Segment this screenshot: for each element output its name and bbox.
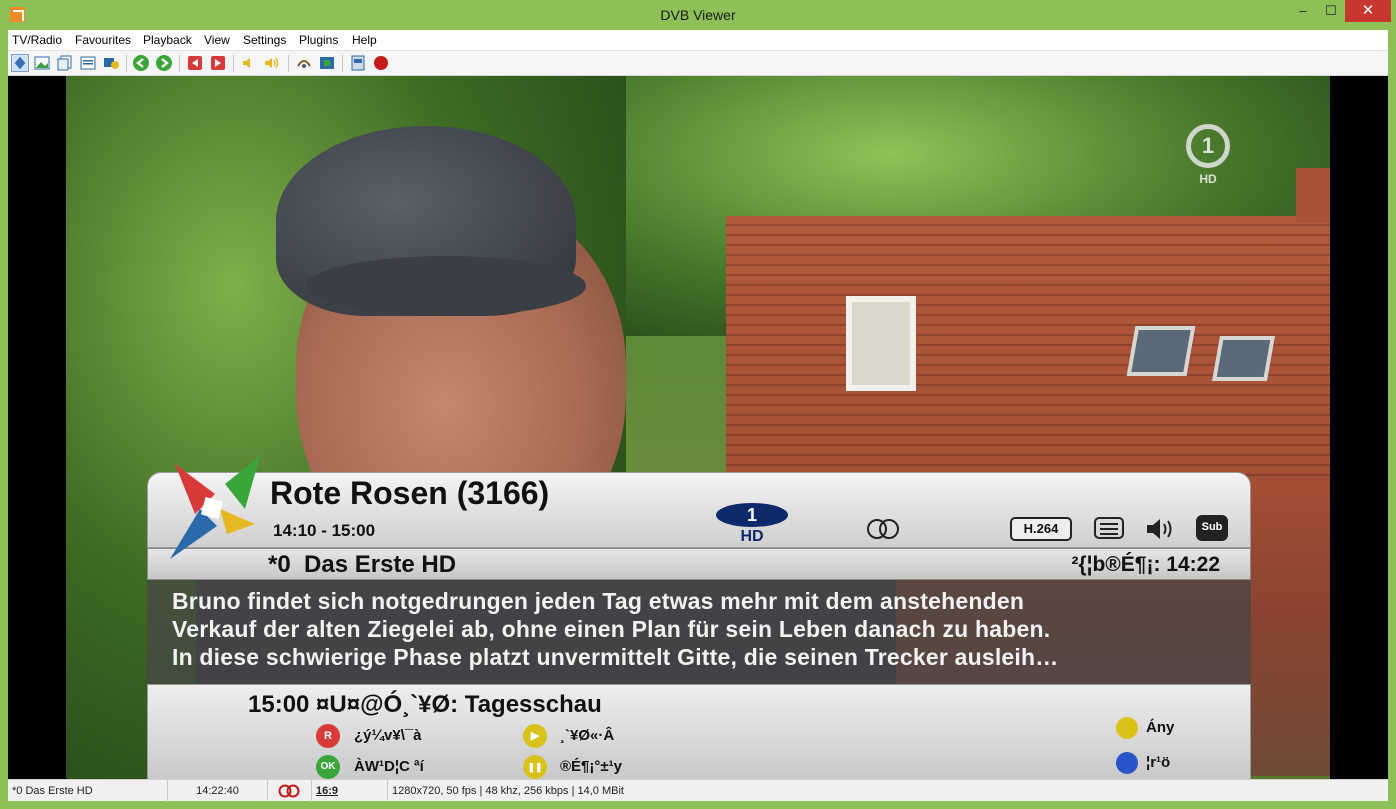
description-line: Bruno findet sich notgedrungen jeden Tag… xyxy=(172,588,1025,614)
yellow-key-label: Ány xyxy=(1146,719,1175,736)
program-title: Rote Rosen (3166) xyxy=(270,475,550,511)
house-window xyxy=(846,296,916,391)
record-button-icon[interactable]: R xyxy=(316,724,340,748)
next-program: 15:00 ¤U¤@Ó¸`¥Ø: Tagesschau xyxy=(248,691,602,718)
channel-name: *0 Das Erste HD xyxy=(268,551,457,578)
menu-tv-radio[interactable]: TV/Radio xyxy=(12,33,62,47)
hd-logo-number: 1 xyxy=(747,505,757,525)
menu-favourites[interactable]: Favourites xyxy=(75,33,131,47)
blue-key-icon[interactable] xyxy=(1116,752,1138,774)
description-line: In diese schwierige Phase platzt unvermi… xyxy=(172,644,1059,670)
record-icon[interactable] xyxy=(372,54,390,72)
roof-window xyxy=(1126,326,1196,376)
volume-down-icon[interactable] xyxy=(240,54,258,72)
minimize-button[interactable]: – xyxy=(1290,0,1316,22)
description-line: Verkauf der alten Ziegelei ab, ohne eine… xyxy=(172,616,1051,642)
menu-bar: TV/Radio Favourites Playback View Settin… xyxy=(8,30,1388,51)
status-channel: *0 Das Erste HD xyxy=(8,780,168,802)
snapshot-icon[interactable] xyxy=(318,54,336,72)
play-button-icon[interactable]: ▶ xyxy=(523,724,547,748)
status-audio[interactable] xyxy=(268,780,312,802)
hd-logo-text: HD xyxy=(740,528,763,543)
teletext-icon[interactable] xyxy=(79,54,97,72)
audio-icon xyxy=(1147,519,1172,539)
dvbviewer-logo xyxy=(170,456,260,559)
channel-logo-hd: HD xyxy=(1199,172,1217,186)
channel-bar: *0 Das Erste HD ²{¦b®É¶¡: 14:22 xyxy=(147,548,1251,580)
stereo-icon xyxy=(867,519,899,539)
toolbar xyxy=(8,51,1388,76)
program-description: Bruno findet sich notgedrungen jeden Tag… xyxy=(147,580,1251,684)
timeshift-icon[interactable] xyxy=(295,54,313,72)
teletext-icon xyxy=(1094,517,1124,539)
menu-view[interactable]: View xyxy=(204,33,230,47)
app-window: DVB Viewer – ☐ ✕ TV/Radio Favourites Pla… xyxy=(0,0,1396,809)
subtitle-icon: Sub xyxy=(1196,515,1228,541)
volume-up-icon[interactable] xyxy=(263,54,281,72)
back-icon[interactable] xyxy=(132,54,150,72)
video-area[interactable]: 1 HD Rote Rosen (3166) 14:10 - 15:00 1 H… xyxy=(8,76,1388,779)
status-time: 14:22:40 xyxy=(168,780,268,802)
menu-settings[interactable]: Settings xyxy=(243,33,286,47)
prev-channel-icon[interactable] xyxy=(186,54,204,72)
forward-icon[interactable] xyxy=(155,54,173,72)
program-time: 14:10 - 15:00 xyxy=(273,521,376,540)
next-channel-icon[interactable] xyxy=(209,54,227,72)
channel-logo: 1 xyxy=(1186,124,1230,168)
osd-header: Rote Rosen (3166) 14:10 - 15:00 1 HD H.2… xyxy=(147,472,1251,548)
chimney xyxy=(1296,168,1330,223)
osd-footer: 15:00 ¤U¤@Ó¸`¥Ø: Tagesschau R ¿ý¼v¥\¯à ▶… xyxy=(147,684,1251,779)
channel-logo-number: 1 xyxy=(1201,133,1215,158)
menu-plugins[interactable]: Plugins xyxy=(299,33,338,47)
ok-button-icon[interactable]: OK xyxy=(316,755,340,779)
recorder-icon[interactable] xyxy=(349,54,367,72)
blue-key-label: ¦r¹ö xyxy=(1146,754,1171,771)
toolbar-separator xyxy=(342,55,343,72)
stereo-status-icon xyxy=(278,784,300,798)
status-aspect[interactable]: 16:9 xyxy=(312,780,388,802)
picture-icon[interactable] xyxy=(33,54,51,72)
pause-button-icon[interactable]: ❚❚ xyxy=(523,755,547,779)
menu-help[interactable]: Help xyxy=(352,33,377,47)
copy-icon[interactable] xyxy=(56,54,74,72)
yellow-key-icon[interactable] xyxy=(1116,717,1138,739)
option-record-label: ¿ý¼v¥\¯à xyxy=(354,727,422,744)
das-erste-hd-logo: 1 HD xyxy=(716,503,788,543)
status-bar: *0 Das Erste HD 14:22:40 16:9 1280x720, … xyxy=(8,779,1388,802)
status-stream-info: 1280x720, 50 fps | 48 khz, 256 kbps | 14… xyxy=(392,785,624,797)
window-title: DVB Viewer xyxy=(660,7,736,23)
current-time: ²{¦b®É¶¡: 14:22 xyxy=(1071,553,1220,576)
epg-icon[interactable] xyxy=(102,54,120,72)
roof-window xyxy=(1212,336,1275,381)
menu-playback[interactable]: Playback xyxy=(143,33,192,47)
option-ok-label: ÀW¹D¦C ªí xyxy=(354,758,424,775)
toolbar-separator xyxy=(288,55,289,72)
title-bar[interactable]: DVB Viewer – ☐ ✕ xyxy=(0,0,1396,30)
toolbar-separator xyxy=(233,55,234,72)
cap-brim xyxy=(306,256,586,316)
toolbar-separator xyxy=(126,55,127,72)
option-play-label: ¸`¥Ø«·Â xyxy=(560,727,615,744)
osd-icon[interactable] xyxy=(11,54,29,72)
close-button[interactable]: ✕ xyxy=(1345,0,1391,22)
option-pause-label: ®É¶¡°±¹y xyxy=(560,758,622,775)
osd-panel: Rote Rosen (3166) 14:10 - 15:00 1 HD H.2… xyxy=(147,456,1251,779)
maximize-button[interactable]: ☐ xyxy=(1318,0,1344,22)
toolbar-separator xyxy=(179,55,180,72)
codec-badge: H.264 xyxy=(1010,517,1072,541)
client-area: TV/Radio Favourites Playback View Settin… xyxy=(8,30,1388,802)
